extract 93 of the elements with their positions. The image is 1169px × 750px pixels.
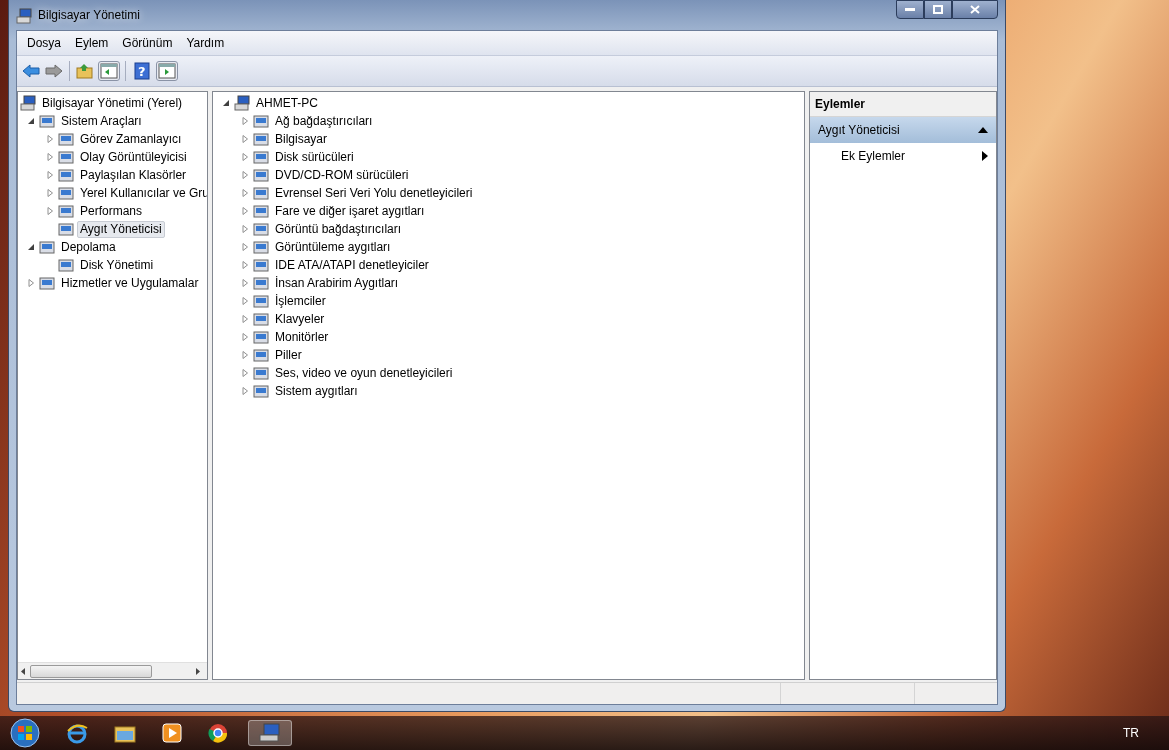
device-icon: [253, 293, 269, 309]
device-icon: [58, 221, 74, 237]
device-category[interactable]: Monitörler: [272, 328, 332, 346]
device-category[interactable]: IDE ATA/ATAPI denetleyiciler: [272, 256, 432, 274]
device-icon: [58, 149, 74, 165]
tree-item[interactable]: Aygıt Yöneticisi: [77, 220, 165, 238]
computer-management-taskbar-button[interactable]: [248, 720, 292, 746]
actions-header: Eylemler: [810, 92, 996, 117]
minimize-icon: [905, 7, 915, 12]
device-icon: [58, 257, 74, 273]
language-indicator[interactable]: TR: [1123, 724, 1139, 742]
device-category[interactable]: Görüntüleme aygıtları: [272, 238, 394, 256]
device-icon: [58, 203, 74, 219]
device-category[interactable]: Bilgisayar: [272, 130, 331, 148]
folder-icon: [114, 723, 136, 743]
tree-item[interactable]: Depolama: [58, 238, 119, 256]
device-category[interactable]: DVD/CD-ROM sürücüleri: [272, 166, 412, 184]
computer-node[interactable]: AHMET-PC: [253, 94, 321, 112]
device-icon: [253, 383, 269, 399]
device-icon: [253, 275, 269, 291]
show-hide-tree-button[interactable]: [98, 61, 120, 81]
round-browser-icon: [208, 723, 228, 743]
up-folder-button[interactable]: [75, 62, 95, 80]
device-icon: [253, 131, 269, 147]
tree-item[interactable]: Bilgisayar Yönetimi (Yerel): [39, 94, 186, 112]
tree-item[interactable]: Performans: [77, 202, 146, 220]
device-icon: [253, 257, 269, 273]
computer-icon: [234, 95, 250, 111]
horizontal-scrollbar[interactable]: [18, 662, 207, 679]
device-icon: [39, 239, 55, 255]
device-icon: [253, 149, 269, 165]
device-icon: [253, 113, 269, 129]
close-button[interactable]: [952, 0, 998, 19]
device-icon: [253, 239, 269, 255]
back-button[interactable]: [21, 62, 41, 80]
device-icon: [253, 365, 269, 381]
back-arrow-icon: [22, 63, 40, 79]
scrollbar-thumb[interactable]: [30, 664, 152, 678]
tree-item[interactable]: Hizmetler ve Uygulamalar: [58, 274, 202, 292]
menu-item[interactable]: Eylem: [69, 33, 115, 53]
folder-icon: [76, 63, 94, 79]
computer-icon: [16, 7, 32, 24]
tree-item[interactable]: Olay Görüntüleyicisi: [77, 148, 190, 166]
device-icon: [39, 113, 55, 129]
menu-item[interactable]: Yardım: [180, 33, 231, 53]
device-category[interactable]: İnsan Arabirim Aygıtları: [272, 274, 402, 292]
device-category[interactable]: Disk sürücüleri: [272, 148, 357, 166]
device-icon: [58, 167, 74, 183]
device-category[interactable]: Klavyeler: [272, 310, 328, 328]
computer-icon: [20, 95, 36, 111]
window-title: Bilgisayar Yönetimi: [38, 7, 140, 24]
browser-e-icon: [66, 722, 88, 744]
device-icon: [253, 167, 269, 183]
close-icon: [970, 5, 980, 14]
pane-icon: [158, 63, 176, 79]
minimize-button[interactable]: [896, 0, 924, 19]
submenu-arrow-icon: [982, 151, 988, 161]
maximize-icon: [933, 5, 943, 14]
tree-item[interactable]: Görev Zamanlayıcı: [77, 130, 185, 148]
device-category[interactable]: İşlemciler: [272, 292, 329, 310]
device-category[interactable]: Piller: [272, 346, 305, 364]
pane-icon: [100, 63, 118, 79]
show-hide-action-pane-button[interactable]: [156, 61, 178, 81]
scroll-right-icon: [193, 666, 203, 676]
play-icon: [162, 723, 182, 743]
device-icon: [253, 329, 269, 345]
device-icon: [253, 347, 269, 363]
menu-item[interactable]: Görünüm: [116, 33, 179, 53]
device-category[interactable]: Sistem aygıtları: [272, 382, 361, 400]
forward-arrow-icon: [45, 63, 63, 79]
device-icon: [58, 185, 74, 201]
device-category[interactable]: Evrensel Seri Veri Yolu denetleyicileri: [272, 184, 476, 202]
menu-item[interactable]: Dosya: [21, 33, 67, 53]
device-category[interactable]: Ağ bağdaştırıcıları: [272, 112, 376, 130]
device-icon: [253, 185, 269, 201]
device-category[interactable]: Görüntü bağdaştırıcıları: [272, 220, 405, 238]
action-item[interactable]: Ek Eylemler: [810, 143, 996, 169]
tree-item[interactable]: Paylaşılan Klasörler: [77, 166, 190, 184]
device-icon: [58, 131, 74, 147]
tree-item[interactable]: Sistem Araçları: [58, 112, 145, 130]
device-icon: [253, 203, 269, 219]
device-icon: [253, 221, 269, 237]
forward-button[interactable]: [44, 62, 64, 80]
device-category[interactable]: Fare ve diğer işaret aygıtları: [272, 202, 428, 220]
maximize-button[interactable]: [924, 0, 952, 19]
device-icon: [39, 275, 55, 291]
start-orb-icon: [10, 718, 40, 748]
computer-icon: [259, 723, 281, 743]
actions-section-header[interactable]: Aygıt Yöneticisi: [810, 117, 996, 143]
device-icon: [253, 311, 269, 327]
tree-item[interactable]: Disk Yönetimi: [77, 256, 157, 274]
device-category[interactable]: Ses, video ve oyun denetleyicileri: [272, 364, 456, 382]
scroll-left-icon: [18, 666, 28, 676]
